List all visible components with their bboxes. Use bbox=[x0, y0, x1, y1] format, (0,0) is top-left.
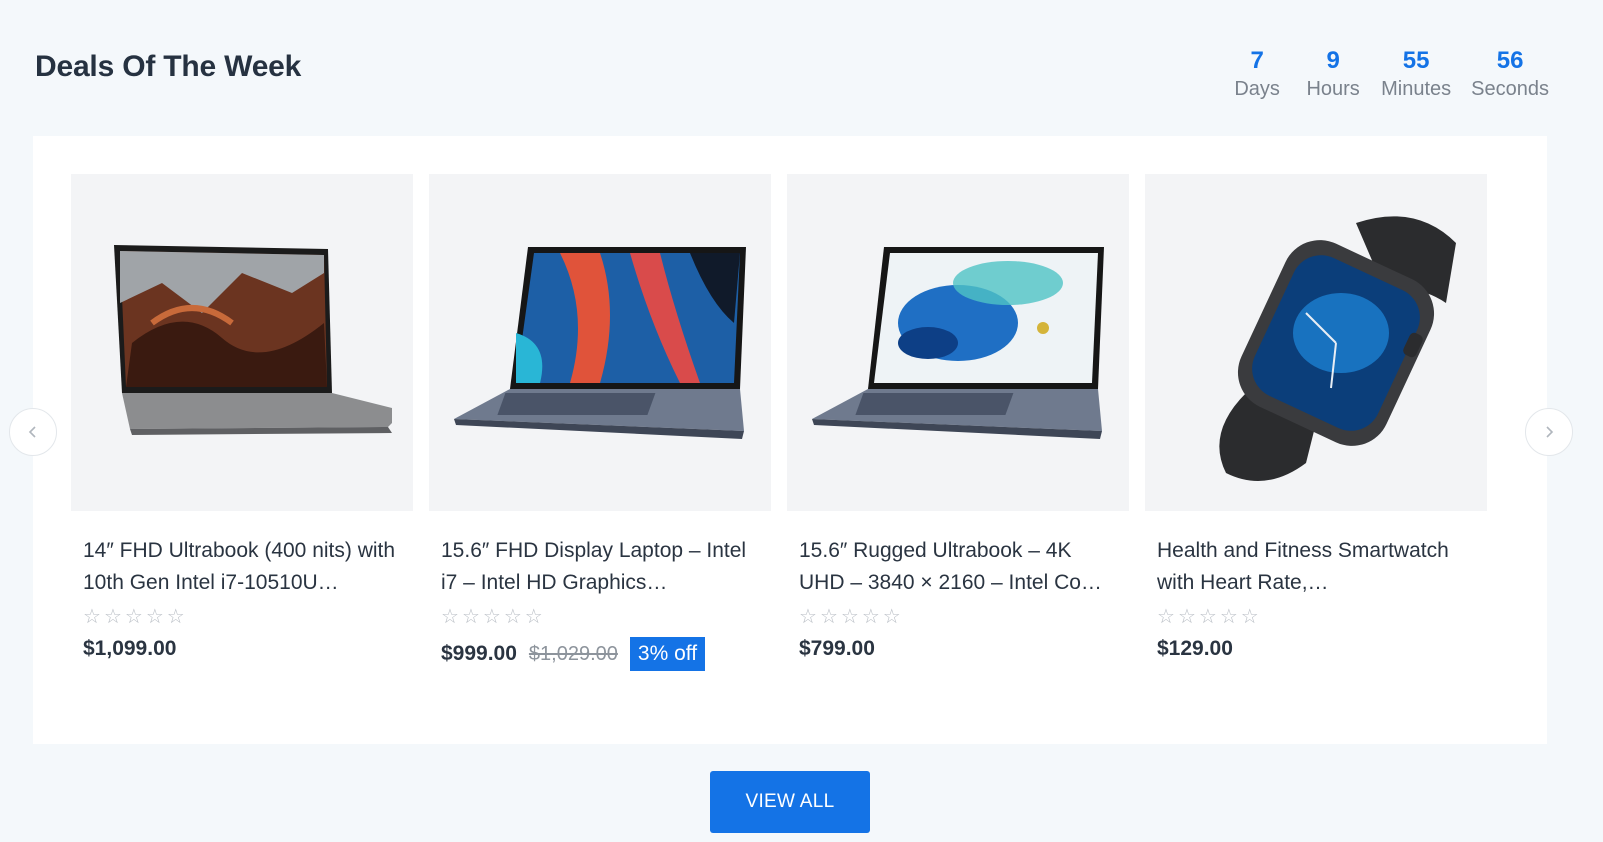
countdown-label: Hours bbox=[1306, 78, 1360, 100]
chevron-left-icon bbox=[28, 426, 36, 438]
product-price: $999.00 bbox=[441, 642, 517, 665]
countdown-label: Days bbox=[1234, 78, 1280, 100]
deals-carousel: 14″ FHD Ultrabook (400 nits) with 10th G… bbox=[33, 136, 1547, 744]
star-icon: ☆ bbox=[83, 606, 101, 628]
product-price: $129.00 bbox=[1157, 637, 1233, 660]
section-title: Deals Of The Week bbox=[35, 50, 302, 83]
countdown-label: Seconds bbox=[1471, 78, 1549, 100]
view-all-button[interactable]: VIEW ALL bbox=[710, 771, 870, 833]
price-row: $129.00 bbox=[1157, 637, 1475, 661]
star-rating: ☆ ☆ ☆ ☆ ☆ bbox=[1157, 607, 1475, 627]
star-icon: ☆ bbox=[1157, 606, 1175, 628]
star-icon: ☆ bbox=[503, 606, 522, 628]
star-icon: ☆ bbox=[799, 606, 817, 628]
price-row: $1,099.00 bbox=[83, 637, 401, 661]
product-title[interactable]: 15.6″ FHD Display Laptop – Intel i7 – In… bbox=[441, 535, 759, 599]
laptop-image bbox=[812, 246, 1104, 439]
product-title[interactable]: Health and Fitness Smartwatch with Heart… bbox=[1157, 535, 1475, 599]
smartwatch-image bbox=[1219, 215, 1456, 481]
star-icon: ☆ bbox=[1198, 606, 1217, 628]
product-price: $799.00 bbox=[799, 637, 875, 660]
original-price: $1,029.00 bbox=[528, 642, 618, 665]
star-icon: ☆ bbox=[124, 606, 143, 628]
star-rating: ☆ ☆ ☆ ☆ ☆ bbox=[441, 607, 759, 627]
product-card[interactable]: 14″ FHD Ultrabook (400 nits) with 10th G… bbox=[71, 174, 413, 674]
countdown-value: 7 bbox=[1250, 47, 1264, 74]
star-icon: ☆ bbox=[145, 606, 164, 628]
star-icon: ☆ bbox=[840, 606, 859, 628]
carousel-prev-button[interactable] bbox=[9, 408, 57, 456]
countdown-value: 56 bbox=[1496, 47, 1524, 74]
star-icon: ☆ bbox=[441, 606, 459, 628]
star-rating: ☆ ☆ ☆ ☆ ☆ bbox=[799, 607, 1117, 627]
star-icon: ☆ bbox=[861, 606, 880, 628]
countdown-days: 7 Days bbox=[1229, 46, 1285, 102]
laptop-image bbox=[114, 244, 392, 435]
star-icon: ☆ bbox=[482, 606, 501, 628]
product-title[interactable]: 15.6″ Rugged Ultrabook – 4K UHD – 3840 ×… bbox=[799, 535, 1117, 599]
product-card[interactable]: 15.6″ Rugged Ultrabook – 4K UHD – 3840 ×… bbox=[787, 174, 1129, 674]
discount-badge: 3% off bbox=[629, 637, 706, 671]
product-card[interactable]: 15.6″ FHD Display Laptop – Intel i7 – In… bbox=[429, 174, 771, 674]
star-icon: ☆ bbox=[1219, 606, 1238, 628]
product-price: $1,099.00 bbox=[83, 637, 177, 660]
star-icon: ☆ bbox=[524, 606, 543, 628]
star-icon: ☆ bbox=[819, 606, 838, 628]
deal-countdown: 7 Days 9 Hours 55 Minutes 56 Seconds bbox=[1229, 46, 1549, 102]
star-icon: ☆ bbox=[103, 606, 122, 628]
product-image[interactable] bbox=[787, 174, 1129, 511]
carousel-next-button[interactable] bbox=[1525, 408, 1573, 456]
price-row: $999.00 $1,029.00 3% off bbox=[441, 637, 759, 671]
countdown-value: 9 bbox=[1326, 47, 1340, 74]
countdown-seconds: 56 Seconds bbox=[1471, 46, 1549, 102]
product-image[interactable] bbox=[1145, 174, 1487, 511]
star-icon: ☆ bbox=[1177, 606, 1196, 628]
star-icon: ☆ bbox=[1240, 606, 1259, 628]
countdown-value: 55 bbox=[1402, 47, 1430, 74]
countdown-minutes: 55 Minutes bbox=[1381, 46, 1451, 102]
countdown-hours: 9 Hours bbox=[1305, 46, 1361, 102]
star-icon: ☆ bbox=[461, 606, 480, 628]
star-icon: ☆ bbox=[882, 606, 901, 628]
product-card[interactable]: Health and Fitness Smartwatch with Heart… bbox=[1145, 174, 1487, 674]
star-icon: ☆ bbox=[166, 606, 185, 628]
star-rating: ☆ ☆ ☆ ☆ ☆ bbox=[83, 607, 401, 627]
chevron-right-icon bbox=[1546, 426, 1554, 438]
product-image[interactable] bbox=[71, 174, 413, 511]
price-row: $799.00 bbox=[799, 637, 1117, 661]
countdown-label: Minutes bbox=[1381, 78, 1452, 100]
product-title[interactable]: 14″ FHD Ultrabook (400 nits) with 10th G… bbox=[83, 535, 401, 599]
product-image[interactable] bbox=[429, 174, 771, 511]
laptop-image bbox=[454, 246, 746, 439]
